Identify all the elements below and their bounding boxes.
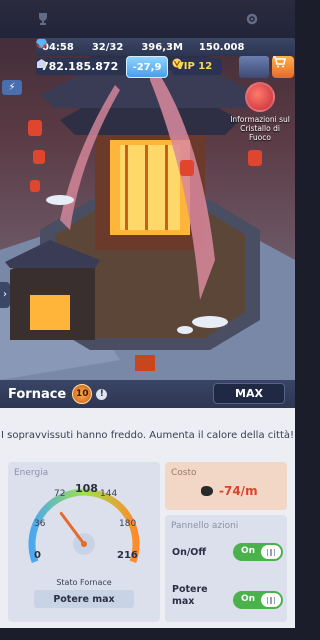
- vip-pill[interactable]: VIP 12: [172, 58, 222, 75]
- fire-crystal-icon: [245, 82, 275, 112]
- side-panel-toggle[interactable]: ›: [0, 282, 10, 308]
- panel-header: Fornace 10 ! MAX: [0, 380, 295, 408]
- gear-icon[interactable]: [245, 12, 259, 26]
- gauge-needle-pivot: [81, 541, 87, 547]
- fire-crystal-info-button[interactable]: Informazioni sul Cristallo di Fuoco: [228, 82, 292, 142]
- on-off-toggle[interactable]: On: [233, 543, 283, 561]
- population-value: 782.185.872: [41, 60, 119, 73]
- toggle-knob: [261, 545, 281, 559]
- gauge-max-value: 216: [117, 550, 138, 561]
- menu-icon: ⚡: [8, 82, 16, 93]
- panel-title: Fornace: [8, 386, 67, 402]
- gauge-tick-label: 72: [54, 489, 66, 499]
- survivors-stat[interactable]: 32/32: [36, 38, 124, 53]
- gems-value: 150.008: [198, 41, 245, 53]
- menu-button[interactable]: ⚡: [2, 80, 22, 95]
- fire-crystal-info-label: Informazioni sul Cristallo di Fuoco: [230, 115, 290, 142]
- toggle-knob: [261, 593, 281, 607]
- cost-card: Costo -74/m: [165, 462, 287, 510]
- top-strip: [0, 0, 295, 38]
- vip-icon: [172, 58, 182, 68]
- bottom-strip: [0, 628, 295, 640]
- energy-card: Energia 36 72 144 180 0 108 216 Stato Fo…: [8, 462, 160, 622]
- gauge-tick-label: 180: [119, 519, 137, 529]
- furnace-status-label: Stato Fornace: [56, 578, 112, 587]
- coal-icon: [201, 486, 213, 496]
- cost-value: -74/m: [219, 484, 258, 498]
- temperature-badge[interactable]: -27,9: [126, 56, 168, 78]
- trophy-icon[interactable]: [36, 12, 50, 26]
- gauge-mid-value: 108: [75, 482, 98, 495]
- coal-stat[interactable]: 396,3M: [37, 39, 183, 53]
- gauge-tick-label: 144: [100, 489, 118, 499]
- cost-row: -74/m: [201, 484, 258, 498]
- gauge-needle: [59, 512, 86, 546]
- population-pill[interactable]: 782.185.872: [36, 58, 126, 75]
- level-badge: 10: [72, 384, 93, 404]
- furnace-status-value: Potere max: [34, 590, 134, 608]
- max-button[interactable]: MAX: [213, 383, 285, 404]
- on-off-label: On/Off: [172, 547, 207, 558]
- gem-icon: [36, 39, 47, 48]
- max-power-toggle[interactable]: On: [233, 591, 283, 609]
- info-icon[interactable]: !: [96, 388, 108, 400]
- event-avatar[interactable]: [239, 56, 269, 78]
- actions-header: Pannello azioni: [171, 521, 239, 531]
- survivors-value: 32/32: [91, 41, 124, 53]
- gems-stat[interactable]: 150.008: [36, 39, 245, 53]
- panel-body: I sopravvissuti hanno freddo. Aumenta il…: [0, 408, 295, 628]
- status-subbar: 782.185.872 -27,9 VIP 12: [36, 56, 295, 78]
- temperature-value: -27,9: [132, 61, 162, 73]
- shop-icon: [273, 56, 286, 68]
- cost-header: Costo: [171, 468, 197, 478]
- resource-bar: 04:58 32/32 396,3M 150.008: [36, 38, 295, 56]
- game-scene[interactable]: 04:58 32/32 396,3M 150.008 782.185.872 -…: [0, 0, 295, 380]
- toggle-state: On: [241, 546, 256, 556]
- actions-card: Pannello azioni On/Off On Potere max On: [165, 515, 287, 622]
- toggle-state: On: [241, 594, 256, 604]
- max-power-label: Potere max: [172, 584, 208, 607]
- coal-value: 396,3M: [141, 41, 183, 53]
- arrow-icon: ›: [3, 289, 7, 300]
- population-icon: [37, 59, 46, 68]
- gauge-tick-label: 36: [34, 519, 46, 529]
- notice-text: I sopravvissuti hanno freddo. Aumenta il…: [0, 430, 295, 441]
- shop-button[interactable]: [272, 56, 294, 78]
- gauge-min-value: 0: [34, 550, 41, 561]
